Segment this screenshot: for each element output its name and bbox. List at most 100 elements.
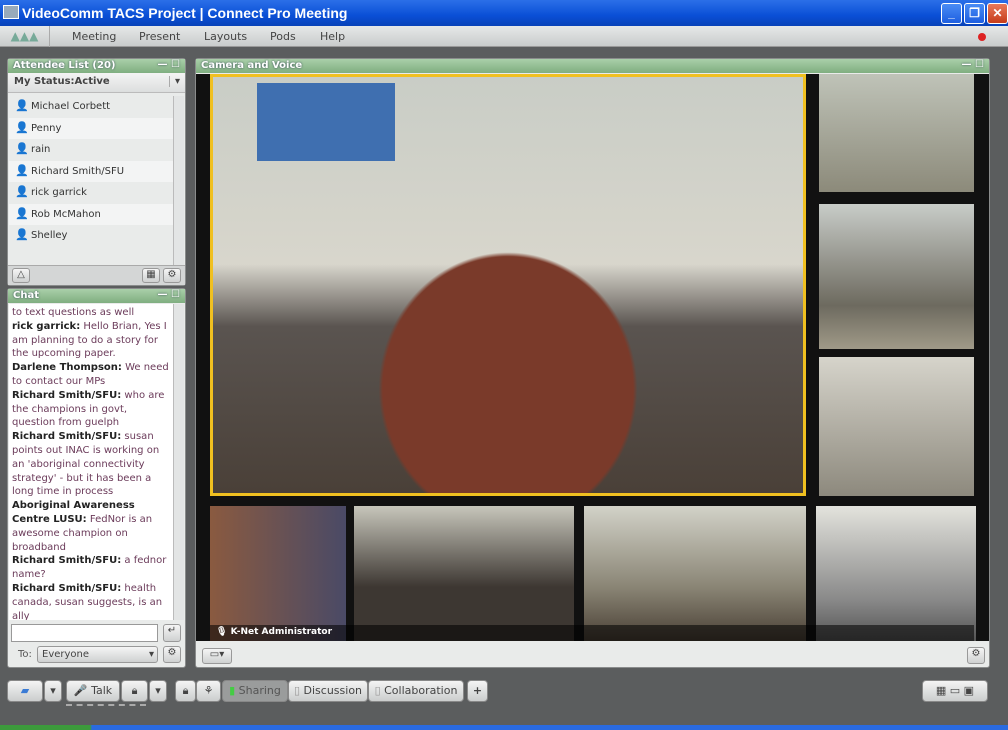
connect-logo-icon[interactable]: ▲▲▲ <box>0 26 50 47</box>
menu-present[interactable]: Present <box>139 30 180 43</box>
pod-header: Attendee List (20) — ☐ <box>8 59 185 73</box>
audio-lock-button[interactable]: 🔒︎ <box>121 680 148 702</box>
handshake-icon[interactable]: ⚘ <box>196 680 221 702</box>
chat-message: Richard Smith/SFU: who are the champions… <box>12 389 171 430</box>
chat-author: rick garrick: <box>12 320 81 332</box>
list-item[interactable]: 👤 Penny <box>9 117 174 139</box>
layout-tab-sharing[interactable]: ▮ Sharing <box>222 680 288 702</box>
chat-message: to text questions as well <box>12 306 171 320</box>
chat-author: Darlene Thompson: <box>12 362 122 374</box>
user-icon: 👤 <box>15 228 29 241</box>
grid-view-button[interactable]: ▦ <box>142 268 160 283</box>
send-enter-icon[interactable]: ↵ <box>163 624 181 642</box>
to-label: To: <box>18 649 32 660</box>
camera-share-button[interactable]: ▭▾ <box>202 648 232 664</box>
chat-author: Richard Smith/SFU: <box>12 389 122 401</box>
title-bar: VideoComm TACS Project | Connect Pro Mee… <box>0 0 1008 26</box>
chat-message: Darlene Thompson: We need to contact our… <box>12 361 171 389</box>
user-icon: 👤 <box>15 206 29 220</box>
list-item[interactable]: 👤 rick garrick <box>9 182 174 204</box>
speaker-name: K-Net Administrator <box>230 627 333 637</box>
layout-label: Discussion <box>303 684 363 697</box>
list-item[interactable]: 👤 Rob McMahon <box>9 203 174 225</box>
layout-indicator-icon: ▯ <box>374 684 381 697</box>
microphone-icon: 🎙 <box>216 627 231 637</box>
chevron-down-icon[interactable]: ▾ <box>149 680 167 702</box>
video-thumbnail[interactable] <box>354 506 574 641</box>
pod-window-controls[interactable]: — ☐ <box>962 59 984 70</box>
menu-pods[interactable]: Pods <box>270 30 296 43</box>
video-thumbnail[interactable] <box>819 74 974 192</box>
video-thumbnail[interactable] <box>210 506 346 641</box>
chevron-down-icon[interactable]: ▾ <box>44 680 62 702</box>
video-thumbnail[interactable] <box>816 506 976 641</box>
pod-title: Camera and Voice <box>201 60 303 71</box>
microphone-icon: 🎤 <box>73 684 88 697</box>
close-button[interactable]: ✕ <box>987 3 1008 24</box>
my-status-dropdown[interactable]: My Status:Active ▾ <box>8 73 185 93</box>
settings-gear-icon[interactable]: ⚙ <box>163 268 181 283</box>
pod-window-controls[interactable]: — ☐ <box>158 59 180 70</box>
list-item[interactable]: 👤 rain <box>9 139 174 161</box>
user-icon: 👤 <box>15 99 29 112</box>
video-thumbnail[interactable] <box>819 357 974 496</box>
menu-bar: ▲▲▲ Meeting Present Layouts Pods Help <box>0 26 1008 47</box>
video-area: 🎙 K-Net Administrator <box>196 74 989 641</box>
restore-button[interactable]: ❐ <box>964 3 985 24</box>
attendee-list: 👤 Michael Corbett 👤 Penny 👤 rain 👤 Richard S… <box>9 96 174 247</box>
attendee-list-pod: Attendee List (20) — ☐ My Status:Active ▾… <box>7 58 186 286</box>
chat-author: Richard Smith/SFU: <box>12 555 122 567</box>
chat-settings-gear-icon[interactable]: ⚙ <box>163 646 181 663</box>
attendee-name: rain <box>31 144 51 155</box>
status-label: My Status:Active <box>14 76 110 87</box>
chat-log: to text questions as well rick garrick: H… <box>9 304 174 620</box>
layout-tab-discussion[interactable]: ▯ Discussion <box>288 680 368 702</box>
chat-scrollbar[interactable] <box>173 304 184 620</box>
list-item[interactable]: 👤 Richard Smith/SFU <box>9 160 174 182</box>
pod-title: Chat <box>13 290 39 301</box>
add-layout-button[interactable]: + <box>467 680 488 702</box>
video-thumbnail[interactable] <box>819 204 974 349</box>
list-item[interactable]: 👤 Michael Corbett <box>9 96 174 118</box>
attendee-name: Shelley <box>31 230 68 241</box>
layout-label: Sharing <box>238 684 281 697</box>
presenter-only-button[interactable]: ▰ <box>7 680 43 702</box>
minimize-button[interactable]: _ <box>941 3 962 24</box>
chat-message-input[interactable] <box>11 624 158 642</box>
attendee-name: Penny <box>31 122 62 134</box>
wall-poster <box>257 83 395 161</box>
chat-author: Richard Smith/SFU: <box>12 431 122 443</box>
main-video-feed[interactable] <box>210 74 806 496</box>
view-mode-buttons[interactable]: ▦ ▭ ▣ <box>922 680 988 702</box>
chat-message: Richard Smith/SFU: health canada, susan … <box>12 582 171 620</box>
video-thumbnail[interactable] <box>584 506 806 641</box>
active-indicator-icon: ▮ <box>229 684 236 697</box>
talk-button[interactable]: 🎤 Talk <box>66 680 120 702</box>
camera-settings-gear-icon[interactable]: ⚙ <box>967 647 985 664</box>
recipient-dropdown[interactable]: Everyone ▾ <box>37 646 158 663</box>
taskbar <box>0 725 1008 730</box>
audio-level-meter <box>66 704 146 706</box>
layout-tab-collaboration[interactable]: ▯ Collaboration <box>368 680 464 702</box>
pod-window-controls[interactable]: — ☐ <box>158 289 180 300</box>
chat-author: Richard Smith/SFU: <box>12 582 122 594</box>
chat-message: Richard Smith/SFU: susan points out INAC… <box>12 430 171 499</box>
menu-meeting[interactable]: Meeting <box>72 30 116 43</box>
menu-help[interactable]: Help <box>320 30 345 43</box>
chevron-down-icon: ▾ <box>168 76 180 87</box>
list-item[interactable]: 👤 Shelley <box>9 225 174 247</box>
talk-label: Talk <box>91 684 113 697</box>
pod-footer: △ ▦ ⚙ <box>8 265 185 285</box>
attendee-scrollbar[interactable] <box>173 96 184 266</box>
menu-layouts[interactable]: Layouts <box>204 30 247 43</box>
user-icon: 👤 <box>15 142 29 155</box>
lock-button[interactable]: 🔒︎ <box>175 680 196 702</box>
user-icon: 👤 <box>15 185 29 198</box>
attendee-name: Richard Smith/SFU <box>31 165 125 177</box>
chat-pod: Chat — ☐ to text questions as well rick ga… <box>7 288 186 668</box>
pod-title: Attendee List (20) <box>13 60 116 71</box>
pod-header: Chat — ☐ <box>8 289 185 303</box>
user-icon: 👤 <box>15 163 29 177</box>
raise-hand-button[interactable]: △ <box>12 268 30 283</box>
attendee-name: rick garrick <box>31 187 87 198</box>
